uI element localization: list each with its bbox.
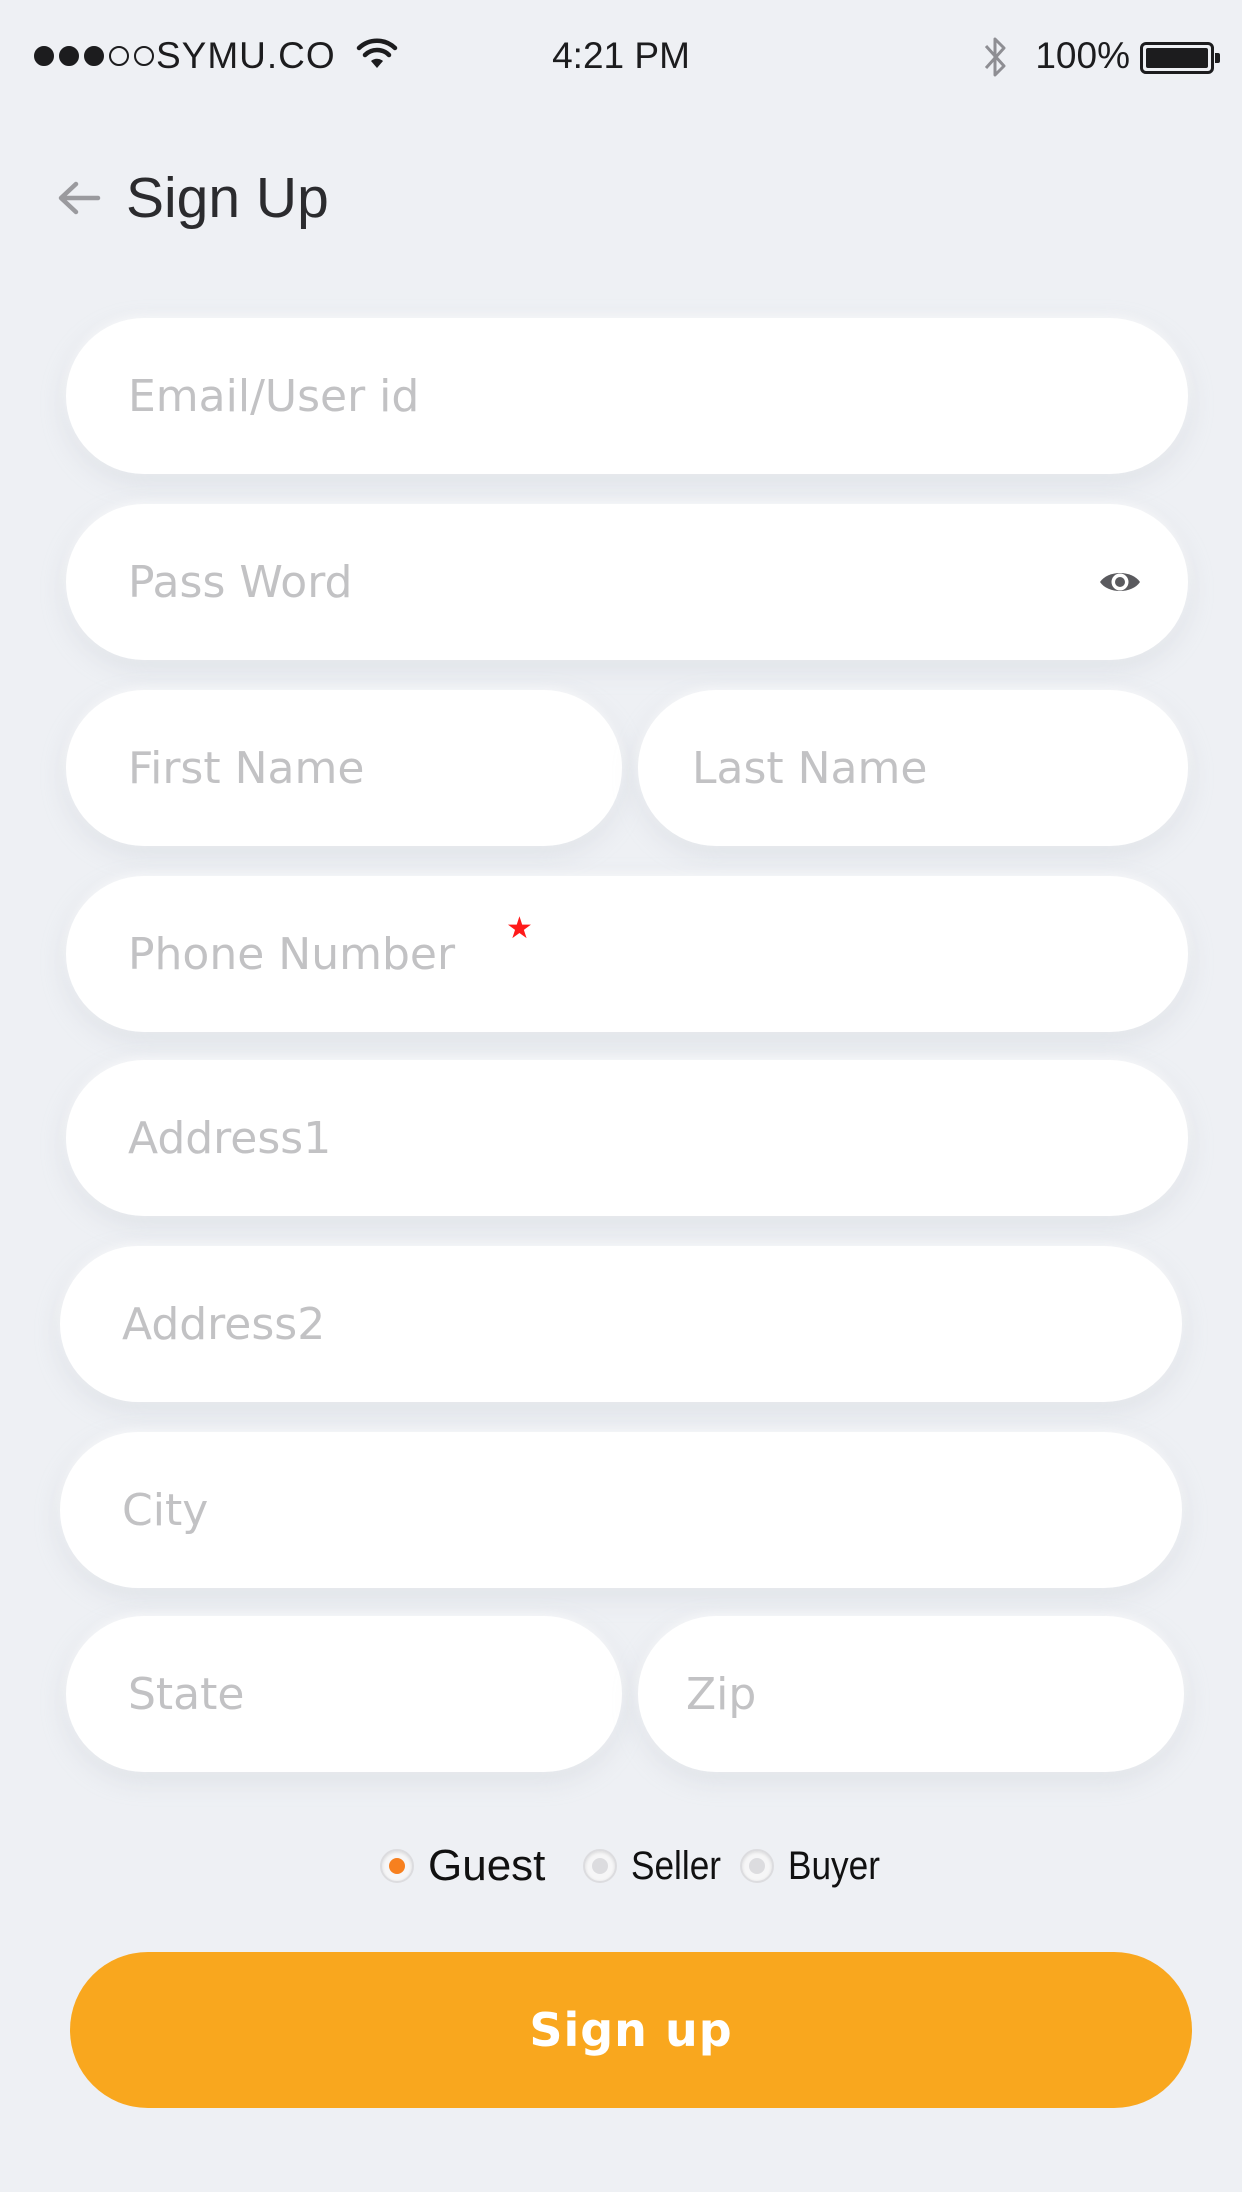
address2-field-container — [60, 1246, 1182, 1402]
last-name-field-container — [638, 690, 1188, 846]
role-label-buyer: Buyer — [787, 1844, 880, 1888]
radio-guest[interactable] — [380, 1849, 414, 1883]
phone-field-container: ★ — [66, 876, 1188, 1032]
role-option-seller[interactable]: Seller — [583, 1836, 733, 1896]
battery-icon — [1140, 42, 1220, 74]
role-label-guest: Guest — [428, 1841, 546, 1890]
page-title: Sign Up — [126, 166, 329, 230]
city-input[interactable] — [60, 1432, 1182, 1588]
eye-icon[interactable] — [1098, 560, 1142, 604]
address2-input[interactable] — [60, 1246, 1182, 1402]
city-field-container — [60, 1432, 1182, 1588]
first-name-field-container — [66, 690, 622, 846]
zip-field-container — [638, 1616, 1184, 1772]
first-name-input[interactable] — [66, 690, 622, 846]
role-radio-group: Guest Seller Buyer — [380, 1836, 892, 1896]
radio-seller[interactable] — [583, 1849, 618, 1883]
address1-field-container — [66, 1060, 1188, 1216]
password-field-container — [66, 504, 1188, 660]
bluetooth-icon — [984, 37, 1006, 77]
arrow-left-icon[interactable] — [56, 180, 102, 216]
role-label-seller: Seller — [631, 1844, 722, 1888]
status-bar: SYMU.CO 4:21 PM 100% — [0, 0, 1242, 112]
battery-percent: 100% — [1035, 35, 1130, 76]
radio-buyer[interactable] — [739, 1849, 774, 1883]
role-option-guest[interactable]: Guest — [380, 1836, 545, 1896]
sign-up-button[interactable]: Sign up — [70, 1952, 1192, 2108]
role-option-buyer[interactable]: Buyer — [739, 1836, 893, 1896]
state-input[interactable] — [66, 1616, 622, 1772]
address1-input[interactable] — [66, 1060, 1188, 1216]
required-star-icon: ★ — [506, 912, 533, 945]
zip-input[interactable] — [638, 1616, 1184, 1772]
last-name-input[interactable] — [638, 690, 1188, 846]
phone-input[interactable] — [66, 876, 1188, 1032]
email-field-container — [66, 318, 1188, 474]
state-field-container — [66, 1616, 622, 1772]
password-input[interactable] — [66, 504, 1188, 660]
email-input[interactable] — [66, 318, 1188, 474]
